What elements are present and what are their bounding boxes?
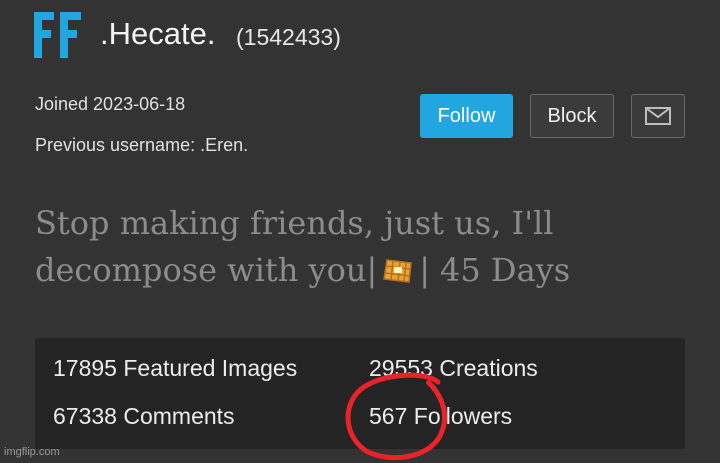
message-button[interactable] bbox=[631, 94, 685, 138]
previous-username: Previous username: .Eren. bbox=[35, 135, 249, 155]
comments-count[interactable]: 67338 Comments bbox=[53, 403, 235, 430]
annotation-circle bbox=[345, 372, 448, 461]
bio-text: decompose with you bbox=[35, 251, 367, 289]
bio-separator: | bbox=[366, 251, 378, 289]
bio-line-2: decompose with you| | 45 Days bbox=[35, 247, 695, 298]
featured-images-count[interactable]: 17895 Featured Images bbox=[53, 355, 297, 382]
imgflip-watermark: imgflip.com bbox=[4, 446, 60, 458]
bio-days: 45 Days bbox=[440, 251, 571, 289]
bio-separator: | bbox=[419, 251, 431, 289]
bio-line-1: Stop making friends, just us, I'll bbox=[35, 204, 554, 242]
username: .Hecate. bbox=[100, 16, 216, 51]
bio: Stop making friends, just us, I'll decom… bbox=[35, 200, 695, 298]
avatar-ff-logo bbox=[34, 12, 81, 58]
waffle-icon bbox=[381, 251, 415, 298]
joined-date: Joined 2023-06-18 bbox=[35, 94, 186, 114]
follow-button[interactable]: Follow bbox=[420, 94, 513, 138]
avatar bbox=[34, 12, 84, 58]
user-id: (1542433) bbox=[236, 24, 341, 50]
mail-icon bbox=[645, 107, 671, 125]
block-button[interactable]: Block bbox=[530, 94, 614, 138]
